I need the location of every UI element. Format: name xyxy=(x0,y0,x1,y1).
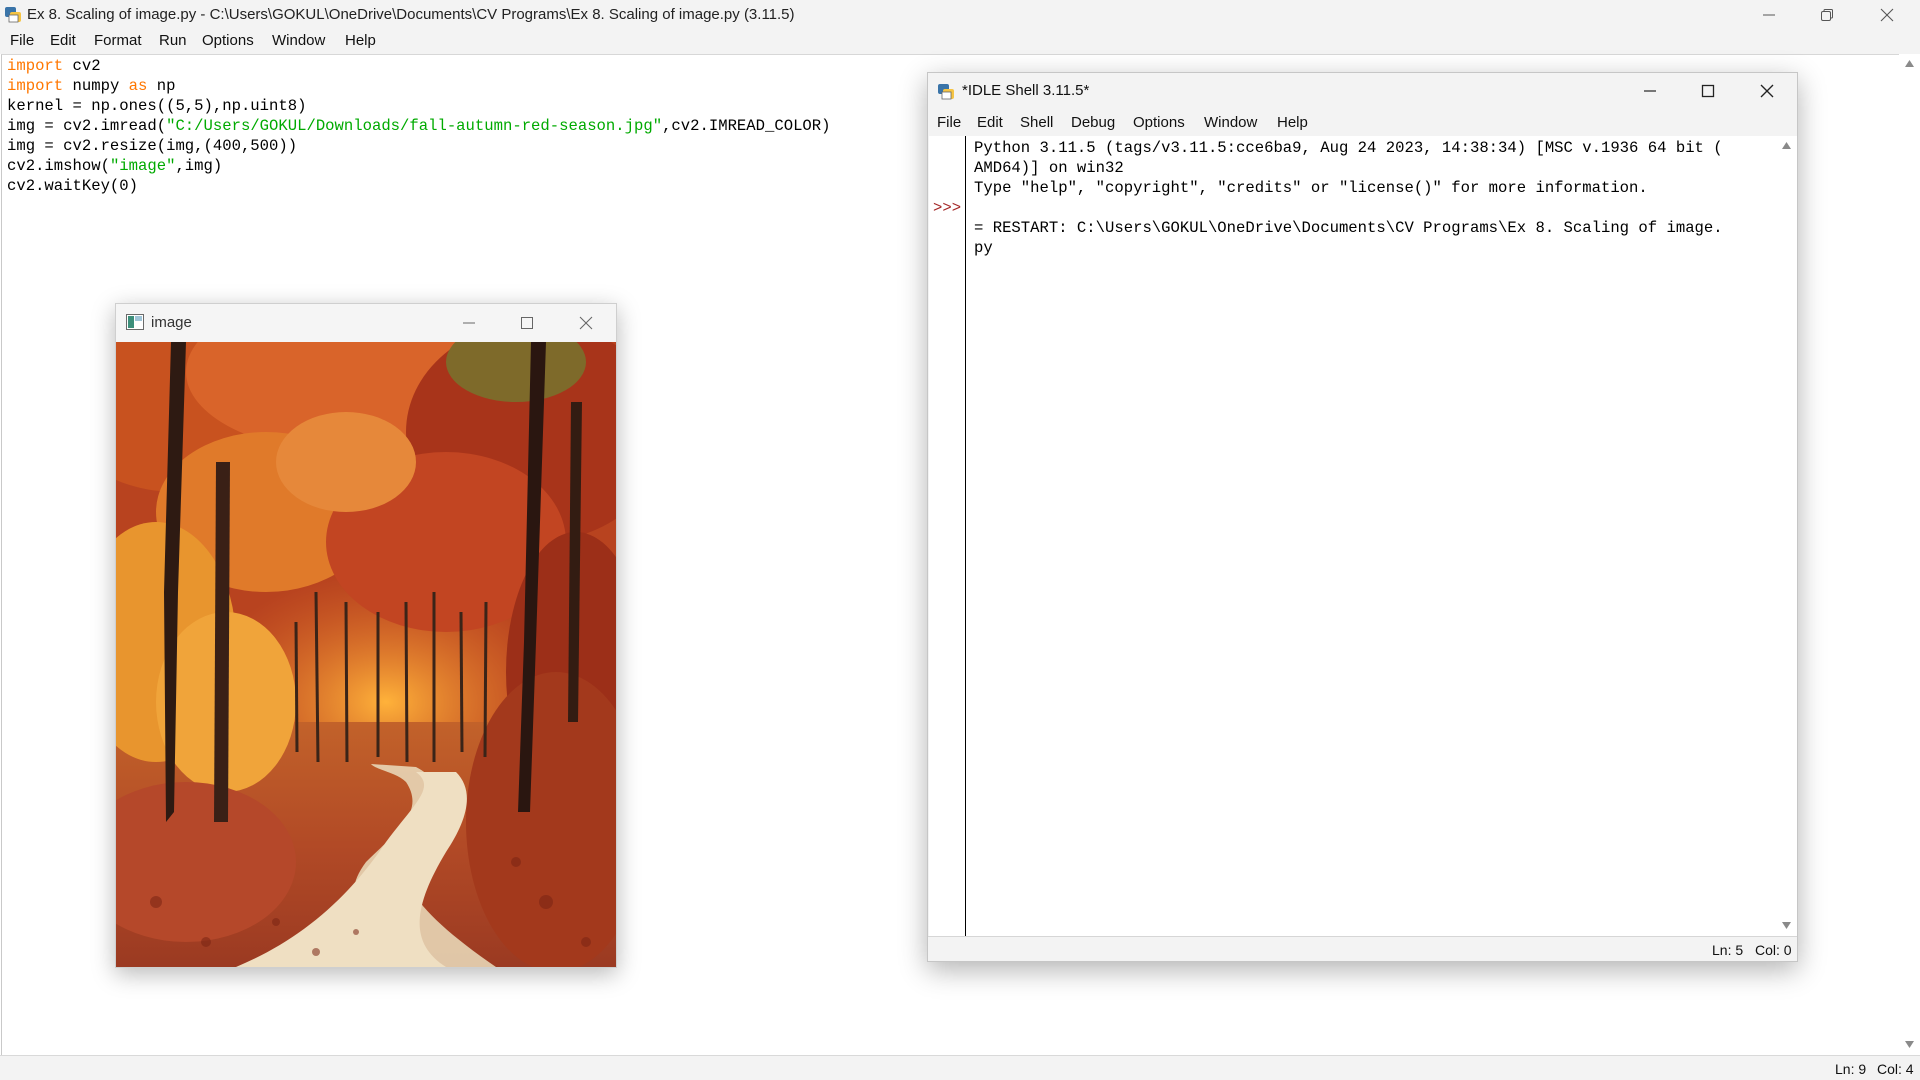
keyword-token: import xyxy=(7,57,64,75)
minimize-icon xyxy=(463,322,475,324)
image-window-title-bar[interactable]: image xyxy=(116,304,616,342)
minimize-icon xyxy=(1644,89,1656,92)
shell-minimize-button[interactable] xyxy=(1621,73,1679,108)
restore-icon xyxy=(1821,8,1833,21)
scroll-down-arrow-icon[interactable] xyxy=(1904,1040,1915,1049)
shell-output-line: Python 3.11.5 (tags/v3.11.5:cce6ba9, Aug… xyxy=(974,139,1723,157)
maximize-icon xyxy=(521,317,533,329)
shell-menu-window[interactable]: Window xyxy=(1204,114,1257,131)
shell-maximize-button[interactable] xyxy=(1679,73,1737,108)
menu-window[interactable]: Window xyxy=(272,32,325,49)
scroll-up-arrow-icon[interactable] xyxy=(1781,141,1792,150)
editor-menu-bar: File Edit Format Run Options Window Help xyxy=(0,29,1920,54)
shell-prompt-gutter: >>> xyxy=(929,136,966,936)
editor-status-bar: Ln: 9 Col: 4 xyxy=(0,1055,1920,1080)
editor-restore-button[interactable] xyxy=(1798,0,1856,29)
shell-close-button[interactable] xyxy=(1738,73,1796,108)
menu-file[interactable]: File xyxy=(10,32,34,49)
maximize-icon xyxy=(1701,84,1715,97)
shell-window-title: *IDLE Shell 3.11.5* xyxy=(962,82,1090,99)
menu-options[interactable]: Options xyxy=(202,32,254,49)
shell-line-indicator: Ln: 5 xyxy=(1712,942,1744,958)
keyword-token: as xyxy=(128,77,148,95)
shell-prompt: >>> xyxy=(933,199,962,217)
code-token: np xyxy=(147,77,176,95)
scroll-down-arrow-icon[interactable] xyxy=(1781,921,1792,930)
close-icon xyxy=(1760,84,1774,97)
shell-menu-file[interactable]: File xyxy=(937,114,961,131)
editor-close-button[interactable] xyxy=(1858,0,1916,29)
shell-title-bar[interactable]: *IDLE Shell 3.11.5* xyxy=(928,73,1797,108)
editor-vertical-scrollbar[interactable] xyxy=(1899,54,1920,1055)
code-token: numpy xyxy=(63,77,129,95)
shell-status-bar: Ln: 5 Col: 0 xyxy=(928,936,1797,961)
shell-menu-edit[interactable]: Edit xyxy=(977,114,1003,131)
minimize-icon xyxy=(1763,14,1775,15)
shell-output-line: = RESTART: C:\Users\GOKUL\OneDrive\Docum… xyxy=(974,219,1723,237)
shell-menu-options[interactable]: Options xyxy=(1133,114,1185,131)
code-line-6: cv2.imshow("image",img) xyxy=(7,156,222,176)
menu-edit[interactable]: Edit xyxy=(50,32,76,49)
shell-vertical-scrollbar[interactable] xyxy=(1776,136,1797,936)
editor-minimize-button[interactable] xyxy=(1740,0,1798,29)
scroll-up-arrow-icon[interactable] xyxy=(1904,59,1915,68)
image-maximize-button[interactable] xyxy=(498,304,556,342)
image-close-button[interactable] xyxy=(557,304,615,342)
code-token: img = cv2.imread( xyxy=(7,117,167,135)
string-token: "image" xyxy=(109,157,176,175)
code-line-5: img = cv2.resize(img,(400,500)) xyxy=(7,137,298,155)
close-icon xyxy=(579,316,593,330)
shell-menu-bar: File Edit Shell Debug Options Window Hel… xyxy=(928,108,1797,136)
code-line-4: img = cv2.imread("C:/Users/GOKUL/Downloa… xyxy=(7,116,831,136)
editor-line-indicator: Ln: 9 xyxy=(1835,1061,1867,1077)
menu-help[interactable]: Help xyxy=(345,32,376,49)
code-line-1: import cv2 xyxy=(7,56,101,76)
editor-window-title: Ex 8. Scaling of image.py - C:\Users\GOK… xyxy=(27,6,795,23)
string-token: "C:/Users/GOKUL/Downloads/fall-autumn-re… xyxy=(166,117,663,135)
opencv-window-icon xyxy=(126,314,144,330)
editor-col-indicator: Col: 4 xyxy=(1877,1061,1914,1077)
code-token: ,img) xyxy=(175,157,223,175)
shell-output-line: AMD64)] on win32 xyxy=(974,159,1124,177)
close-icon xyxy=(1880,8,1894,21)
code-token: ,cv2.IMREAD_COLOR) xyxy=(662,117,831,135)
keyword-token: import xyxy=(7,77,64,95)
menu-format[interactable]: Format xyxy=(94,32,142,49)
shell-menu-help[interactable]: Help xyxy=(1277,114,1308,131)
code-line-2: import numpy as np xyxy=(7,76,175,96)
image-window-title: image xyxy=(151,314,192,331)
shell-output-line: py xyxy=(974,239,993,257)
idle-shell-window[interactable]: *IDLE Shell 3.11.5* File Edit Shell Debu… xyxy=(927,72,1798,962)
code-line-3: kernel = np.ones((5,5),np.uint8) xyxy=(7,97,307,115)
code-line-7: cv2.waitKey(0) xyxy=(7,177,139,195)
shell-col-indicator: Col: 0 xyxy=(1755,942,1792,958)
autumn-forest-image xyxy=(116,342,616,967)
code-token: cv2.imshow( xyxy=(7,157,110,175)
image-window[interactable]: image xyxy=(115,303,617,968)
python-idle-icon xyxy=(938,84,954,100)
menu-run[interactable]: Run xyxy=(159,32,187,49)
code-token: cv2 xyxy=(63,57,101,75)
shell-menu-debug[interactable]: Debug xyxy=(1071,114,1115,131)
python-idle-icon xyxy=(5,7,21,23)
shell-output-line: Type "help", "copyright", "credits" or "… xyxy=(974,179,1648,197)
shell-output[interactable]: Python 3.11.5 (tags/v3.11.5:cce6ba9, Aug… xyxy=(966,136,1776,936)
shell-menu-shell[interactable]: Shell xyxy=(1020,114,1053,131)
editor-title-bar[interactable]: Ex 8. Scaling of image.py - C:\Users\GOK… xyxy=(0,0,1920,29)
image-minimize-button[interactable] xyxy=(440,304,498,342)
